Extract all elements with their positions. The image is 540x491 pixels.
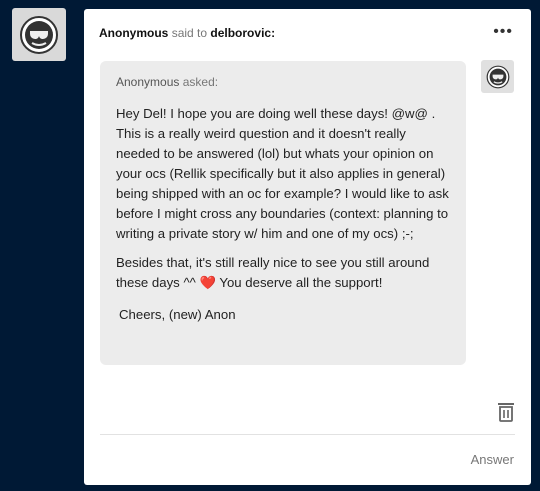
anonymous-avatar-small[interactable] [481, 60, 514, 93]
answer-button[interactable]: Answer [471, 452, 514, 467]
anonymous-avatar[interactable] [12, 8, 66, 61]
post-header: Anonymous said to delborovic: [99, 26, 275, 40]
recipient-name[interactable]: delborovic: [210, 26, 275, 40]
sunglasses-face-icon-small [486, 65, 509, 88]
asked-text: asked: [182, 75, 219, 89]
ask-paragraph-2: Besides that, it's still really nice to … [116, 253, 450, 293]
ask-paragraph-2-end: You deserve all the support! [219, 275, 383, 290]
asker-name[interactable]: Anonymous [99, 26, 168, 40]
said-to-text: said to [171, 26, 208, 40]
heart-icon: ❤️ [199, 275, 216, 290]
ask-paragraph-1: Hey Del! I hope you are doing well these… [116, 106, 449, 241]
sunglasses-face-icon [20, 15, 58, 54]
post-card: Anonymous said to delborovic: ••• Anonym… [84, 9, 531, 485]
ask-bubble: Anonymous asked: Hey Del! I hope you are… [100, 61, 466, 365]
ask-asker-name: Anonymous [116, 75, 180, 89]
divider [100, 434, 515, 435]
more-options-icon[interactable]: ••• [493, 23, 513, 41]
ask-signoff: Cheers, (new) Anon [119, 307, 236, 322]
trash-icon[interactable] [497, 402, 515, 422]
ask-label: Anonymous asked: [116, 75, 450, 89]
